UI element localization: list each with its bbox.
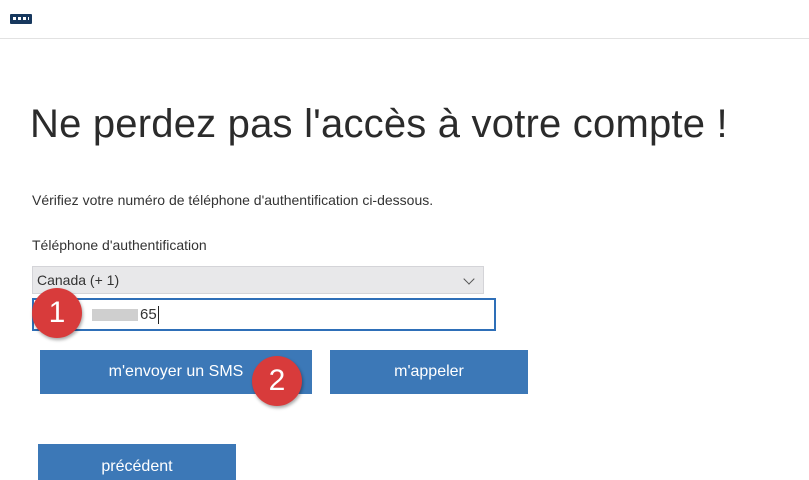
phone-field-label: Téléphone d'authentification <box>32 237 207 253</box>
header-bar <box>0 0 809 39</box>
call-me-button[interactable]: m'appeler <box>330 350 528 394</box>
chevron-down-icon <box>463 273 475 285</box>
instruction-text: Vérifiez votre numéro de téléphone d'aut… <box>32 192 434 208</box>
step-marker-1: 1 <box>32 288 82 338</box>
phone-number-value: 65 <box>140 306 157 323</box>
country-select-value: Canada (+ 1) <box>37 272 120 288</box>
back-button[interactable]: précédent <box>38 444 236 480</box>
step-marker-2: 2 <box>252 356 302 406</box>
phone-number-input[interactable]: 65 <box>32 298 496 331</box>
page-title: Ne perdez pas l'accès à votre compte ! <box>30 102 728 146</box>
page: Ne perdez pas l'accès à votre compte ! V… <box>0 0 809 480</box>
masked-digits <box>92 309 138 322</box>
country-select[interactable]: Canada (+ 1) <box>32 266 484 294</box>
logo-icon <box>10 14 32 24</box>
text-caret <box>157 306 159 325</box>
